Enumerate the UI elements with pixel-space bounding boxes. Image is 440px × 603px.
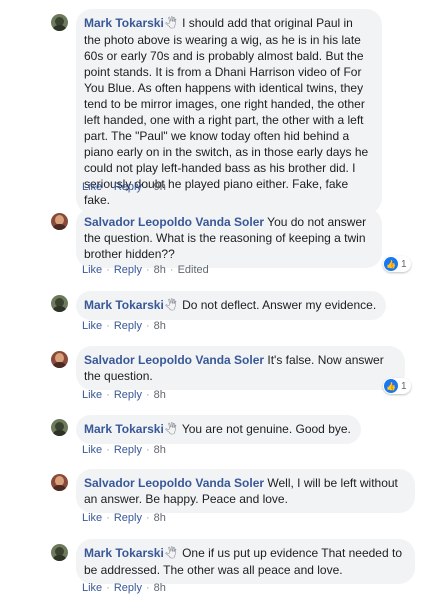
reply-link[interactable]: Reply [114, 320, 142, 332]
comment-text: Do not deflect. Answer my evidence. [182, 298, 377, 312]
comment-author[interactable]: Mark Tokarski [84, 422, 164, 436]
comment-author[interactable]: Salvador Leopoldo Vanda Soler [84, 353, 264, 367]
fan-badge-icon: 🖑 [164, 424, 177, 436]
comment-actions: Like · Reply · 8h [82, 389, 166, 401]
like-link[interactable]: Like [82, 181, 102, 193]
avatar[interactable] [51, 213, 68, 230]
reply-link[interactable]: Reply [114, 512, 142, 524]
like-link[interactable]: Like [82, 264, 102, 276]
like-link[interactable]: Like [82, 320, 102, 332]
comment-bubble: Salvador Leopoldo Vanda Soler It's false… [76, 346, 405, 390]
comment-actions: Like · Reply · 8h [82, 512, 166, 524]
comment-actions: Like · Reply · 8h · Edited [82, 264, 209, 276]
fan-badge-icon: 🖑 [164, 18, 177, 30]
reply-link[interactable]: Reply [114, 444, 142, 456]
comment-author[interactable]: Mark Tokarski [84, 298, 164, 312]
reaction-count[interactable]: 👍 1 [383, 256, 411, 272]
fan-badge-icon: 🖑 [164, 300, 177, 312]
avatar[interactable] [51, 474, 68, 491]
comment-actions: Like · Reply · 8h [82, 444, 166, 456]
comment-bubble: Salvador Leopoldo Vanda Soler Well, I wi… [76, 469, 415, 513]
avatar[interactable] [51, 351, 68, 368]
comment-bubble: Mark Tokarski🖑 You are not genuine. Good… [76, 415, 361, 444]
comment-text: You are not genuine. Good bye. [181, 422, 351, 436]
like-link[interactable]: Like [82, 582, 102, 594]
avatar[interactable] [51, 295, 68, 312]
reply-link[interactable]: Reply [114, 181, 142, 193]
like-link[interactable]: Like [82, 389, 102, 401]
comment-bubble: Mark Tokarski🖑 Do not deflect. Answer my… [76, 291, 387, 320]
comment-bubble: Mark Tokarski🖑 One if us put up evidence… [76, 539, 415, 584]
thumbs-up-icon: 👍 [384, 379, 398, 393]
timestamp[interactable]: 8h [154, 512, 166, 524]
comment-author[interactable]: Salvador Leopoldo Vanda Soler [84, 215, 264, 229]
comment-actions: Like · Reply · 8h [82, 582, 166, 594]
comment-actions: Like · Reply · 9h [82, 181, 166, 193]
comment-author[interactable]: Mark Tokarski [84, 546, 164, 560]
reply-link[interactable]: Reply [114, 389, 142, 401]
timestamp[interactable]: 8h [154, 264, 166, 276]
timestamp[interactable]: 8h [154, 444, 166, 456]
fan-badge-icon: 🖑 [164, 548, 177, 560]
avatar[interactable] [51, 14, 68, 31]
timestamp[interactable]: 8h [154, 389, 166, 401]
like-link[interactable]: Like [82, 444, 102, 456]
comment-author[interactable]: Salvador Leopoldo Vanda Soler [84, 476, 264, 490]
reaction-count[interactable]: 👍 1 [383, 378, 411, 394]
comment-actions: Like · Reply · 8h [82, 320, 166, 332]
timestamp[interactable]: 8h [154, 582, 166, 594]
avatar[interactable] [51, 544, 68, 561]
edited-label[interactable]: Edited [178, 264, 209, 276]
comment-author[interactable]: Mark Tokarski [84, 16, 164, 30]
timestamp[interactable]: 9h [154, 181, 166, 193]
avatar[interactable] [51, 419, 68, 436]
comment-bubble: Salvador Leopoldo Vanda Soler You do not… [76, 208, 382, 268]
thumbs-up-icon: 👍 [384, 257, 398, 271]
reply-link[interactable]: Reply [114, 264, 142, 276]
timestamp[interactable]: 8h [154, 320, 166, 332]
reply-link[interactable]: Reply [114, 582, 142, 594]
like-link[interactable]: Like [82, 512, 102, 524]
comment-text: I should add that original Paul in the p… [84, 16, 369, 207]
